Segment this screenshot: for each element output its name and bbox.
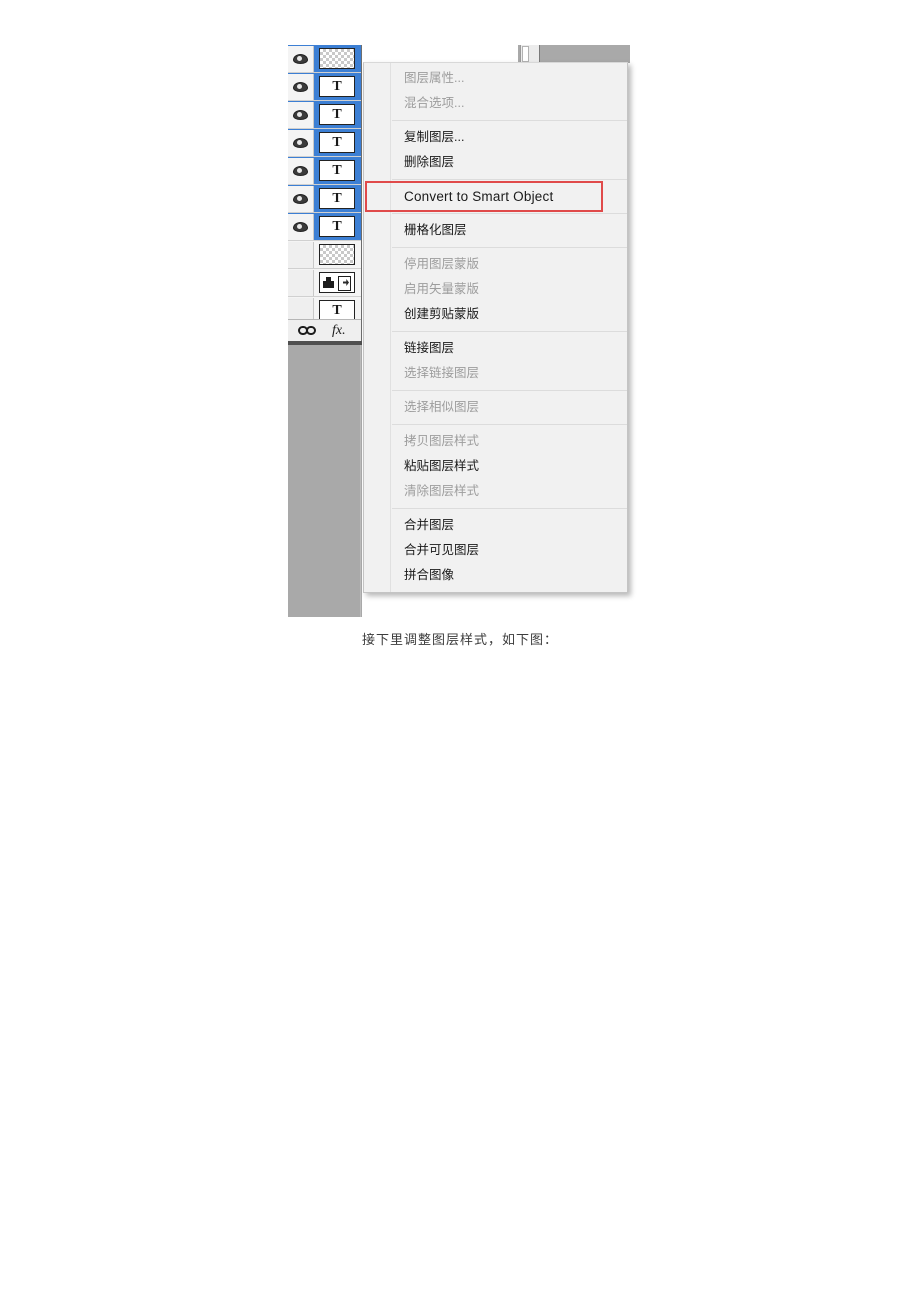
layer-visibility-eye-icon[interactable] — [288, 73, 314, 100]
menu-separator — [392, 508, 627, 509]
layer-thumbnail-cell[interactable] — [314, 270, 360, 296]
eye-icon — [293, 221, 308, 232]
menu-item-18[interactable]: 拼合图像 — [364, 563, 627, 588]
text-layer-thumbnail: T — [319, 132, 355, 153]
layer-thumbnail-cell[interactable]: T — [314, 214, 360, 240]
layer-thumbnail-cell[interactable] — [314, 46, 360, 72]
menu-separator — [392, 213, 627, 214]
text-layer-thumbnail: T — [319, 188, 355, 209]
menu-item-4[interactable]: 删除图层 — [364, 150, 627, 175]
text-layer-thumbnail: T — [319, 216, 355, 237]
document-canvas-area — [288, 345, 361, 617]
fx-icon[interactable]: fx — [332, 323, 346, 339]
layer-row[interactable] — [288, 269, 361, 297]
layer-visibility-eye-icon[interactable] — [288, 213, 314, 240]
text-layer-thumbnail: T — [319, 76, 355, 97]
photoshop-screenshot-figure: TTTTTTT fx 图层 0 图层属性...混合选项...复制图层...删除图… — [288, 45, 630, 617]
menu-item-14[interactable]: 粘贴图层样式 — [364, 454, 627, 479]
menu-separator — [392, 390, 627, 391]
menu-item-13: 拷贝图层样式 — [404, 434, 480, 448]
layer-thumbnail-cell[interactable]: T — [314, 130, 360, 156]
layer-row[interactable]: T — [288, 73, 361, 101]
layer-visibility-eye-icon[interactable] — [288, 157, 314, 184]
layer-mask-thumbnail — [319, 272, 355, 293]
eye-icon — [293, 109, 308, 120]
eye-icon — [293, 193, 308, 204]
menu-item-9[interactable]: 创建剪贴蒙版 — [364, 302, 627, 327]
layer-visibility-toggle-empty[interactable] — [288, 269, 314, 296]
text-layer-thumbnail: T — [319, 160, 355, 181]
menu-item-1: 图层属性... — [404, 71, 465, 85]
chain-link-icon[interactable] — [298, 326, 316, 335]
menu-separator — [392, 120, 627, 121]
menu-item-11: 选择链接图层 — [404, 366, 480, 380]
menu-item-12: 选择相似图层 — [404, 400, 480, 414]
menu-item-17[interactable]: 合并可见图层 — [364, 538, 627, 563]
text-layer-thumbnail: T — [319, 300, 355, 321]
menu-separator — [392, 331, 627, 332]
layer-row[interactable] — [288, 241, 361, 269]
layer-row[interactable]: T — [288, 185, 361, 213]
menu-item-10[interactable]: 链接图层 — [364, 336, 627, 361]
figure-caption: 接下里调整图层样式，如下图： — [361, 632, 558, 647]
layers-panel: TTTTTTT fx — [288, 45, 362, 617]
layer-thumbnail-cell[interactable]: T — [314, 158, 360, 184]
layer-row[interactable]: T — [288, 129, 361, 157]
layer-row[interactable]: T — [288, 101, 361, 129]
layer-thumbnail-cell[interactable]: T — [314, 186, 360, 212]
transparent-layer-thumbnail — [319, 244, 355, 265]
menu-separator — [392, 179, 627, 180]
menu-separator — [392, 247, 627, 248]
menu-item-15: 清除图层样式 — [404, 484, 480, 498]
layer-visibility-eye-icon[interactable] — [288, 101, 314, 128]
layer-row[interactable]: T — [288, 157, 361, 185]
layer-thumbnail-cell[interactable] — [314, 242, 360, 268]
layer-row[interactable] — [288, 45, 361, 73]
layer-context-menu[interactable]: 图层属性... 混合选项... 复制图层... 删除图层 Convert to Smar… — [363, 62, 628, 593]
menu-item-5[interactable]: Convert to Smart Object — [364, 184, 627, 209]
menu-item-8: 启用矢量蒙版 — [404, 282, 480, 296]
text-layer-thumbnail: T — [319, 104, 355, 125]
layer-visibility-eye-icon[interactable] — [288, 129, 314, 156]
menu-item-6[interactable]: 栅格化图层 — [364, 218, 627, 243]
eye-icon — [293, 81, 308, 92]
layer-visibility-eye-icon[interactable] — [288, 185, 314, 212]
menu-item-2: 混合选项... — [404, 96, 465, 110]
menu-item-7: 停用图层蒙版 — [404, 257, 480, 271]
eye-icon — [293, 165, 308, 176]
menu-separator — [392, 424, 627, 425]
panel-bottom-edge — [288, 341, 362, 345]
eye-icon — [293, 137, 308, 148]
transparent-layer-thumbnail — [319, 48, 355, 69]
menu-item-3[interactable]: 复制图层... — [364, 125, 627, 150]
eye-icon — [293, 53, 308, 64]
layer-thumbnail-cell[interactable]: T — [314, 74, 360, 100]
layer-visibility-eye-icon[interactable] — [288, 45, 314, 72]
layers-panel-footer: fx — [288, 319, 361, 341]
menu-item-16[interactable]: 合并图层 — [364, 513, 627, 538]
layer-row[interactable]: T — [288, 213, 361, 241]
panel-scrollbar-thumb[interactable] — [522, 46, 529, 62]
layer-visibility-toggle-empty[interactable] — [288, 241, 314, 268]
layer-thumbnail-cell[interactable]: T — [314, 102, 360, 128]
layers-list[interactable]: TTTTTTT — [288, 45, 362, 345]
